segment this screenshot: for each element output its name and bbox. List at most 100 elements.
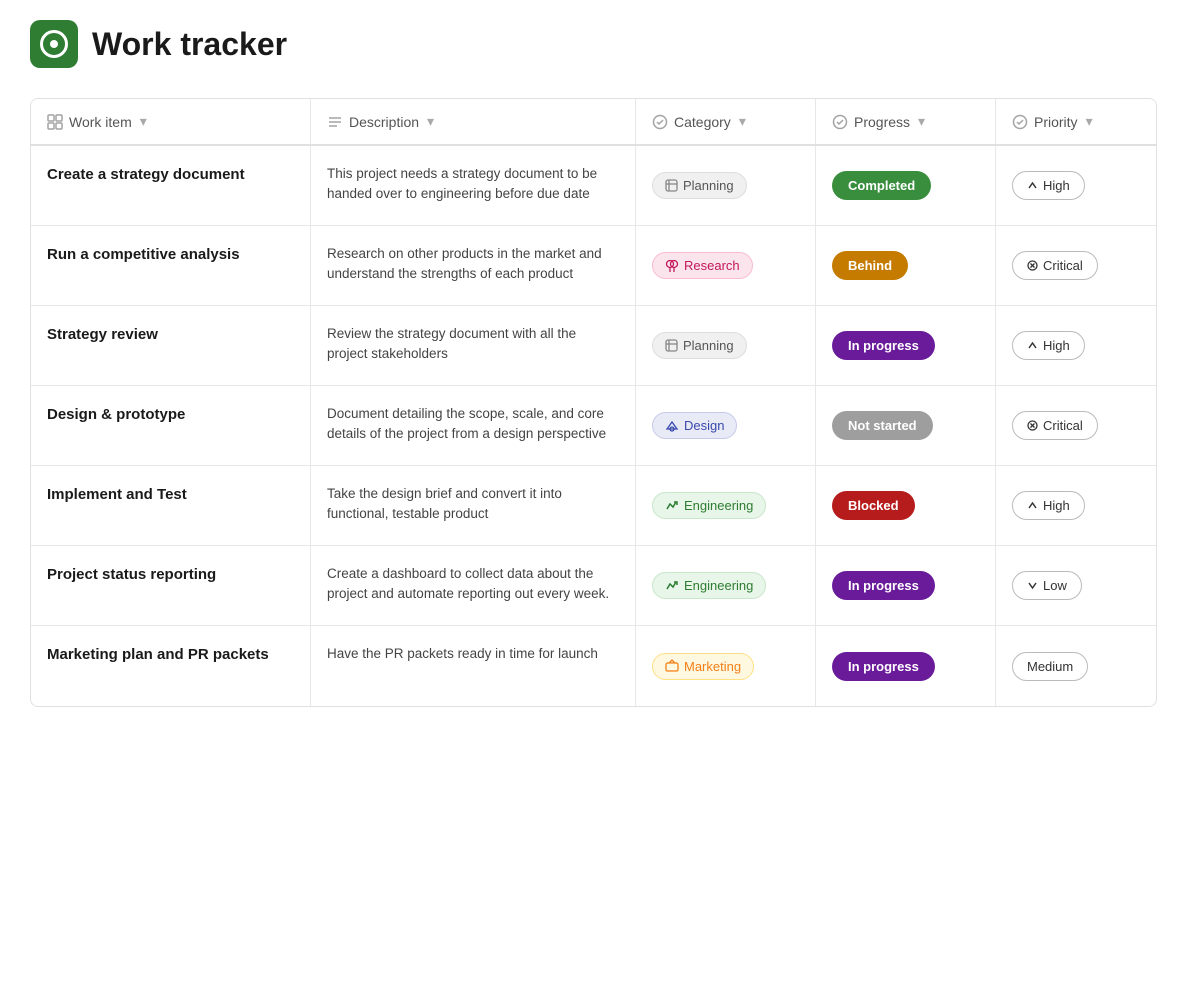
priority-badge: Medium — [1012, 652, 1088, 681]
description-cell: Take the design brief and convert it int… — [311, 466, 636, 545]
progress-label: Not started — [848, 418, 917, 433]
progress-label: In progress — [848, 659, 919, 674]
progress-badge: Blocked — [832, 491, 915, 520]
chevron-down-icon: ▾ — [1086, 113, 1093, 130]
check-circle-icon — [832, 114, 848, 130]
work-item-title: Marketing plan and PR packets — [47, 646, 269, 663]
chevron-down-icon: ▾ — [739, 113, 746, 130]
category-badge: Design — [652, 412, 737, 439]
priority-badge: High — [1012, 331, 1085, 360]
col-label-priority: Priority — [1034, 114, 1078, 130]
priority-badge: High — [1012, 171, 1085, 200]
work-item-cell: Strategy review — [31, 306, 311, 385]
progress-badge: In progress — [832, 331, 935, 360]
col-header-priority[interactable]: Priority ▾ — [996, 99, 1156, 144]
table-icon — [47, 114, 63, 130]
progress-cell: Completed — [816, 146, 996, 225]
priority-badge: Low — [1012, 571, 1082, 600]
table-row[interactable]: Strategy review Review the strategy docu… — [31, 306, 1156, 386]
description-text: Have the PR packets ready in time for la… — [327, 644, 598, 664]
description-text: This project needs a strategy document t… — [327, 164, 619, 205]
app-logo — [30, 20, 78, 68]
work-item-title: Run a competitive analysis — [47, 246, 240, 263]
progress-badge: Completed — [832, 171, 931, 200]
col-header-description[interactable]: Description ▾ — [311, 99, 636, 144]
category-cell: Marketing — [636, 626, 816, 706]
progress-badge: In progress — [832, 571, 935, 600]
category-cell: Design — [636, 386, 816, 465]
priority-label: Low — [1043, 578, 1067, 593]
list-icon — [327, 114, 343, 130]
app-title: Work tracker — [92, 26, 287, 63]
priority-cell: High — [996, 306, 1156, 385]
progress-cell: Not started — [816, 386, 996, 465]
work-item-cell: Implement and Test — [31, 466, 311, 545]
description-cell: Have the PR packets ready in time for la… — [311, 626, 636, 706]
progress-label: Behind — [848, 258, 892, 273]
logo-dot — [50, 40, 58, 48]
category-label: Planning — [683, 338, 734, 353]
work-tracker-table: Work item ▾ Description ▾ Category ▾ — [30, 98, 1157, 707]
progress-cell: In progress — [816, 626, 996, 706]
table-row[interactable]: Run a competitive analysis Research on o… — [31, 226, 1156, 306]
progress-cell: Behind — [816, 226, 996, 305]
category-label: Engineering — [684, 578, 753, 593]
category-cell: Engineering — [636, 546, 816, 625]
category-badge: Engineering — [652, 572, 766, 599]
category-badge: Planning — [652, 332, 747, 359]
description-text: Create a dashboard to collect data about… — [327, 564, 619, 605]
progress-cell: In progress — [816, 306, 996, 385]
description-cell: This project needs a strategy document t… — [311, 146, 636, 225]
progress-label: In progress — [848, 338, 919, 353]
app-header: Work tracker — [0, 0, 1187, 88]
table-row[interactable]: Marketing plan and PR packets Have the P… — [31, 626, 1156, 706]
chevron-down-icon: ▾ — [140, 113, 147, 130]
col-label-work-item: Work item — [69, 114, 132, 130]
priority-badge: High — [1012, 491, 1085, 520]
category-badge: Research — [652, 252, 753, 279]
priority-label: High — [1043, 498, 1070, 513]
table-body: Create a strategy document This project … — [31, 146, 1156, 706]
category-cell: Research — [636, 226, 816, 305]
work-item-title: Design & prototype — [47, 406, 185, 423]
priority-label: Critical — [1043, 258, 1083, 273]
col-label-description: Description — [349, 114, 419, 130]
category-cell: Planning — [636, 146, 816, 225]
description-text: Review the strategy document with all th… — [327, 324, 619, 365]
table-row[interactable]: Project status reporting Create a dashbo… — [31, 546, 1156, 626]
col-header-progress[interactable]: Progress ▾ — [816, 99, 996, 144]
description-cell: Document detailing the scope, scale, and… — [311, 386, 636, 465]
work-item-cell: Design & prototype — [31, 386, 311, 465]
work-item-cell: Marketing plan and PR packets — [31, 626, 311, 706]
chevron-down-icon: ▾ — [427, 113, 434, 130]
priority-label: Critical — [1043, 418, 1083, 433]
priority-cell: Critical — [996, 386, 1156, 465]
progress-label: In progress — [848, 578, 919, 593]
work-item-cell: Run a competitive analysis — [31, 226, 311, 305]
work-item-title: Strategy review — [47, 326, 158, 343]
description-cell: Create a dashboard to collect data about… — [311, 546, 636, 625]
category-label: Engineering — [684, 498, 753, 513]
progress-badge: Behind — [832, 251, 908, 280]
priority-cell: High — [996, 146, 1156, 225]
description-text: Research on other products in the market… — [327, 244, 619, 285]
priority-cell: Medium — [996, 626, 1156, 706]
progress-badge: Not started — [832, 411, 933, 440]
progress-label: Completed — [848, 178, 915, 193]
col-header-category[interactable]: Category ▾ — [636, 99, 816, 144]
priority-badge: Critical — [1012, 251, 1098, 280]
priority-label: High — [1043, 178, 1070, 193]
priority-cell: High — [996, 466, 1156, 545]
work-item-title: Implement and Test — [47, 486, 187, 503]
table-row[interactable]: Design & prototype Document detailing th… — [31, 386, 1156, 466]
progress-cell: In progress — [816, 546, 996, 625]
category-badge: Engineering — [652, 492, 766, 519]
progress-cell: Blocked — [816, 466, 996, 545]
description-cell: Research on other products in the market… — [311, 226, 636, 305]
table-row[interactable]: Create a strategy document This project … — [31, 146, 1156, 226]
priority-label: High — [1043, 338, 1070, 353]
category-cell: Engineering — [636, 466, 816, 545]
col-header-work-item[interactable]: Work item ▾ — [31, 99, 311, 144]
table-row[interactable]: Implement and Test Take the design brief… — [31, 466, 1156, 546]
col-label-category: Category — [674, 114, 731, 130]
